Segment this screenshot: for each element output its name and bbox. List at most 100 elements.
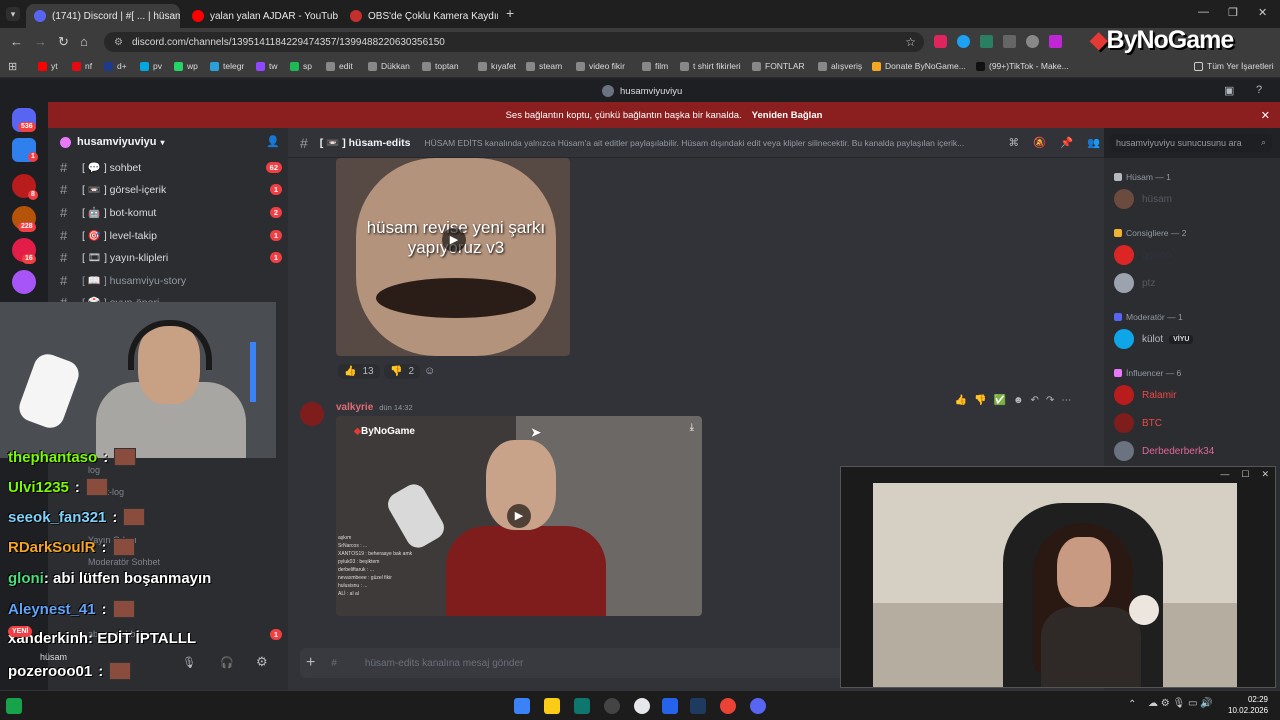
author-name[interactable]: valkyrie [336,402,373,413]
apps-grid-icon[interactable]: ⊞ [8,60,17,73]
back-icon[interactable]: ← [10,34,23,49]
bookmark-item[interactable]: film [642,61,668,71]
maximize-window-icon[interactable]: ❐ [1228,6,1238,19]
member-item[interactable]: BTC [1114,412,1162,434]
extension-icon[interactable] [934,35,947,48]
server-header[interactable]: husamviyuviyu ▾ [60,136,165,148]
channel-item[interactable]: # [ 🎞 ] yayın-klipleri 1 [60,246,282,268]
bookmark-item[interactable]: Donate ByNoGame... [872,61,966,71]
add-member-icon[interactable]: 👤 [266,135,280,148]
channel-item[interactable]: # [ 🤖 ] bot-komut 2 [60,201,282,223]
windows-start-icon[interactable] [514,698,530,714]
taskbar-app-icon[interactable] [574,698,590,714]
member-item[interactable]: ggwoo [1114,244,1171,266]
user-name[interactable]: hüsam [40,652,67,662]
taskbar-app-icon[interactable] [604,698,620,714]
close-window-icon[interactable]: ✕ [1258,6,1267,19]
reload-icon[interactable]: ↻ [58,34,69,50]
video-attachment[interactable]: hüsam revise yeni şarkı yapıyoruz v3 ▶ [336,158,570,356]
member-item[interactable]: Ralamir [1114,384,1176,406]
add-reaction-icon[interactable]: ☻ [1013,395,1024,406]
bookmark-item[interactable]: tw [256,61,278,71]
bookmark-item[interactable]: steam [526,61,562,71]
close-icon[interactable]: ✕ [1261,469,1269,480]
member-item[interactable]: ptz [1114,272,1155,294]
download-icon[interactable]: ⤓ [690,422,694,433]
server-icon[interactable] [12,270,36,294]
site-info-icon[interactable]: ⚙ [114,37,123,48]
bookmark-item[interactable]: d+ [104,61,127,71]
forward-icon[interactable]: ↷ [1046,395,1054,406]
extension-icon[interactable] [1049,35,1062,48]
channel-item[interactable]: # [ 💬 ] sohbet 62 [60,156,282,178]
quick-react-thumbs-down-icon[interactable]: 👎 [974,395,986,406]
bookmark-item[interactable]: (99+)TikTok - Make... [976,61,1069,71]
extension-icon[interactable] [957,35,970,48]
bookmark-item[interactable]: telegr [210,61,244,71]
play-icon[interactable]: ▶ [507,504,531,528]
tab-obs[interactable]: OBS'de Çoklu Kamera Kaydına ✕ [342,4,498,28]
author-avatar[interactable] [300,402,324,426]
member-item[interactable]: Derbederberk34 [1114,440,1214,462]
headphones-icon[interactable]: 🎧 [220,656,234,669]
member-item[interactable]: hüsam [1114,188,1172,210]
inbox-icon[interactable]: ▣ [1224,84,1234,97]
reaction-like[interactable]: 👍 13 [338,364,380,379]
new-tab-button[interactable]: + [506,5,514,21]
chrome-icon[interactable] [720,698,736,714]
tab-list-button[interactable]: ▾ [6,7,20,21]
obs-icon[interactable] [634,698,650,714]
channel-item[interactable]: # [ 🎯 ] level-takip 1 [60,224,282,246]
reaction-dislike[interactable]: 👎 2 [384,364,421,379]
tab-youtube[interactable]: yalan yalan AJDAR - YouTube ✕ [184,4,338,28]
more-options-icon[interactable]: ⋯ [1061,395,1071,406]
bookmark-item[interactable]: toptan [422,61,459,71]
popout-video-window[interactable]: — ☐ ✕ [840,466,1276,688]
file-explorer-icon[interactable] [544,698,560,714]
play-icon[interactable]: ▶ [442,228,466,252]
member-list-icon[interactable]: 👥 [1087,136,1100,149]
reply-icon[interactable]: ↶ [1031,395,1039,406]
extension-icon[interactable] [1026,35,1039,48]
all-bookmarks-link[interactable]: Tüm Yer İşaretleri [1194,61,1274,71]
bookmark-item[interactable]: sp [290,61,312,71]
server-search-input[interactable]: husamviyuviyu sunucusunu ara ⌕ [1110,134,1272,152]
extension-icon[interactable] [980,35,993,48]
bookmark-item[interactable]: yt [38,61,58,71]
bookmark-item[interactable]: Dükkan [368,61,410,71]
bookmark-item[interactable]: alışveriş [818,61,862,71]
channel-item[interactable]: # [ 📼 ] görsel-içerik 1 [60,178,282,200]
minimize-window-icon[interactable]: — [1198,6,1209,18]
maximize-icon[interactable]: ☐ [1241,469,1249,480]
bookmark-item[interactable]: nf [72,61,92,71]
address-bar[interactable]: ⚙ discord.com/channels/13951411842294743… [104,32,924,52]
steam-icon[interactable] [690,698,706,714]
video-attachment[interactable]: ⬥ByNoGame aşkım SrNarcos : ... XANTOS19 : … [336,416,702,616]
bookmark-item[interactable]: kıyafet [478,61,516,71]
bookmark-item[interactable]: FONTLAR [752,61,805,71]
minimize-icon[interactable]: — [1220,469,1229,480]
mute-icon[interactable]: 🔕 [1033,136,1046,149]
tray-icons[interactable]: ☁ ⚙ 🎙 ▭ 🔊 [1148,698,1213,709]
home-icon[interactable]: ⌂ [80,34,88,49]
microphone-icon[interactable]: 🎙 [182,656,196,669]
channel-item[interactable]: # [ 📖 ] husamviyu-story [60,269,282,291]
forward-icon[interactable]: → [34,34,47,49]
add-reaction-icon[interactable]: ☺ [424,365,435,377]
bookmark-item[interactable]: edit [326,61,353,71]
tray-chevron-icon[interactable]: ⌃ [1128,699,1136,710]
clock[interactable]: 02:29 10.02.2026 [1228,694,1268,716]
add-attachment-icon[interactable]: + [306,654,315,672]
discord-icon[interactable] [750,698,766,714]
taskbar-app-icon[interactable] [6,698,22,714]
close-banner-icon[interactable]: ✕ [1261,109,1270,122]
bookmark-star-icon[interactable]: ☆ [905,35,916,49]
help-icon[interactable]: ? [1256,84,1262,96]
bookmark-item[interactable]: pv [140,61,162,71]
threads-icon[interactable]: ⌘ [1008,137,1019,149]
tab-discord[interactable]: (1741) Discord | #[ ... | hüsam- ✕ [26,4,180,28]
quick-react-thumbs-up-icon[interactable]: 👍 [955,395,967,406]
bookmark-item[interactable]: t shirt fikirleri [680,61,741,71]
pin-icon[interactable]: 📌 [1060,136,1073,149]
bookmark-item[interactable]: video fikir [576,61,625,71]
